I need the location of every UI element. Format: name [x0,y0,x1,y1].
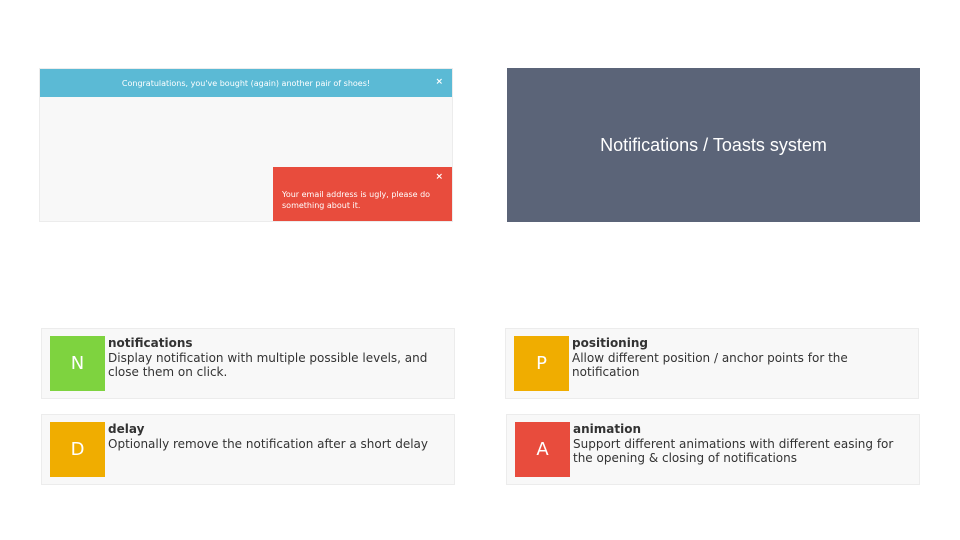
demo-preview: Congratulations, you've bought (again) a… [39,68,453,222]
info-toast-message: Congratulations, you've bought (again) a… [121,78,371,88]
close-icon[interactable]: × [435,77,443,87]
letter-icon-p: P [514,336,569,391]
feature-card-notifications: N notifications Display notification wit… [41,328,455,399]
letter-icon-d: D [50,422,105,477]
letter-icon-n: N [50,336,105,391]
feature-card-delay: D delay Optionally remove the notificati… [41,414,455,485]
error-toast[interactable]: × Your email address is ugly, please do … [273,167,452,221]
page-title: Notifications / Toasts system [600,134,827,155]
info-toast[interactable]: Congratulations, you've bought (again) a… [40,69,452,97]
feature-title: positioning [572,336,648,350]
feature-card-positioning: P positioning Allow different position /… [505,328,919,399]
feature-description: Allow different position / anchor points… [572,351,848,379]
close-icon[interactable]: × [435,172,443,183]
page-title-banner: Notifications / Toasts system [507,68,920,222]
feature-card-animation: A animation Support different animations… [506,414,920,485]
feature-title: notifications [108,336,193,350]
feature-description: Display notification with multiple possi… [108,351,428,379]
feature-description: Optionally remove the notification after… [108,437,428,451]
feature-title: animation [573,422,641,436]
feature-title: delay [108,422,145,436]
error-toast-message: Your email address is ugly, please do so… [282,190,431,210]
feature-description: Support different animations with differ… [573,437,894,465]
letter-icon-a: A [515,422,570,477]
